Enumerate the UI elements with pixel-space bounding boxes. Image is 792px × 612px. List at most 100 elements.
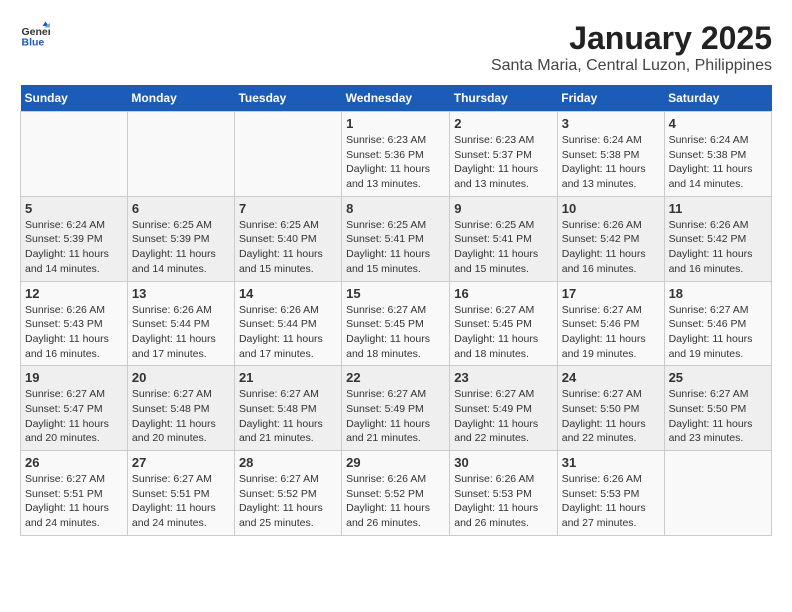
day-info: Sunrise: 6:24 AMSunset: 5:39 PMDaylight:… [25,218,123,277]
day-info: Sunrise: 6:25 AMSunset: 5:41 PMDaylight:… [346,218,445,277]
weekday-header: Monday [127,85,234,112]
calendar-cell [127,112,234,197]
calendar-cell: 25 Sunrise: 6:27 AMSunset: 5:50 PMDayligh… [664,366,771,451]
day-number: 6 [132,201,230,216]
calendar-cell: 31 Sunrise: 6:26 AMSunset: 5:53 PMDayligh… [557,451,664,536]
calendar-cell: 27Sunrise: 6:27 AMSunset: 5:51 PMDayligh… [127,451,234,536]
day-number: 22 [346,370,445,385]
day-number: 2 [454,116,552,131]
day-info: Sunrise: 6:27 AMSunset: 5:47 PMDaylight:… [25,387,123,446]
calendar-cell: 22Sunrise: 6:27 AMSunset: 5:49 PMDayligh… [342,366,450,451]
day-number: 5 [25,201,123,216]
day-info: Sunrise: 6:26 AMSunset: 5:42 PMDaylight:… [562,218,660,277]
day-number: 8 [346,201,445,216]
calendar-row: 12 Sunrise: 6:26 AMSunset: 5:43 PMDayligh… [21,281,772,366]
calendar-row: 1 Sunrise: 6:23 AMSunset: 5:36 PMDaylight… [21,112,772,197]
day-number: 14 [239,286,337,301]
day-info: Sunrise: 6:27 AMSunset: 5:48 PMDaylight:… [239,387,337,446]
day-info: Sunrise: 6:26 AMSunset: 5:44 PMDaylight:… [239,303,337,362]
calendar-cell: 24Sunrise: 6:27 AMSunset: 5:50 PMDayligh… [557,366,664,451]
day-info: Sunrise: 6:27 AMSunset: 5:52 PMDaylight:… [239,472,337,531]
day-number: 1 [346,116,445,131]
day-info: Sunrise: 6:26 AMSunset: 5:53 PMDaylight:… [562,472,660,531]
calendar-cell: 7Sunrise: 6:25 AMSunset: 5:40 PMDaylight… [234,196,341,281]
calendar-cell: 1 Sunrise: 6:23 AMSunset: 5:36 PMDaylight… [342,112,450,197]
calendar-cell: 5 Sunrise: 6:24 AMSunset: 5:39 PMDaylight… [21,196,128,281]
day-info: Sunrise: 6:27 AMSunset: 5:49 PMDaylight:… [454,387,552,446]
day-number: 18 [669,286,767,301]
day-info: Sunrise: 6:26 AMSunset: 5:42 PMDaylight:… [669,218,767,277]
title-block: January 2025 Santa Maria, Central Luzon,… [491,20,772,75]
day-number: 31 [562,455,660,470]
day-info: Sunrise: 6:23 AMSunset: 5:36 PMDaylight:… [346,133,445,192]
calendar-cell: 2 Sunrise: 6:23 AMSunset: 5:37 PMDaylight… [450,112,557,197]
calendar-cell: 8 Sunrise: 6:25 AMSunset: 5:41 PMDaylight… [342,196,450,281]
calendar-cell: 9 Sunrise: 6:25 AMSunset: 5:41 PMDaylight… [450,196,557,281]
weekday-row: SundayMondayTuesdayWednesdayThursdayFrid… [21,85,772,112]
calendar-cell: 30Sunrise: 6:26 AMSunset: 5:53 PMDayligh… [450,451,557,536]
day-number: 23 [454,370,552,385]
weekday-header: Friday [557,85,664,112]
day-info: Sunrise: 6:24 AMSunset: 5:38 PMDaylight:… [562,133,660,192]
day-info: Sunrise: 6:27 AMSunset: 5:48 PMDaylight:… [132,387,230,446]
day-info: Sunrise: 6:25 AMSunset: 5:39 PMDaylight:… [132,218,230,277]
day-number: 3 [562,116,660,131]
day-number: 21 [239,370,337,385]
day-info: Sunrise: 6:27 AMSunset: 5:50 PMDaylight:… [669,387,767,446]
logo-icon: General Blue [20,20,50,50]
day-number: 10 [562,201,660,216]
day-number: 15 [346,286,445,301]
day-number: 9 [454,201,552,216]
calendar-cell: 16Sunrise: 6:27 AMSunset: 5:45 PMDayligh… [450,281,557,366]
calendar-cell: 11Sunrise: 6:26 AMSunset: 5:42 PMDayligh… [664,196,771,281]
day-number: 12 [25,286,123,301]
day-info: Sunrise: 6:27 AMSunset: 5:46 PMDaylight:… [562,303,660,362]
weekday-header: Tuesday [234,85,341,112]
calendar-cell [664,451,771,536]
calendar-cell: 6 Sunrise: 6:25 AMSunset: 5:39 PMDaylight… [127,196,234,281]
day-info: Sunrise: 6:27 AMSunset: 5:51 PMDaylight:… [25,472,123,531]
day-info: Sunrise: 6:25 AMSunset: 5:40 PMDaylight:… [239,218,337,277]
page-header: General Blue January 2025 Santa Maria, C… [20,20,772,75]
calendar-header: SundayMondayTuesdayWednesdayThursdayFrid… [21,85,772,112]
calendar-cell: 4Sunrise: 6:24 AMSunset: 5:38 PMDaylight… [664,112,771,197]
calendar-row: 5 Sunrise: 6:24 AMSunset: 5:39 PMDaylight… [21,196,772,281]
day-number: 26 [25,455,123,470]
day-info: Sunrise: 6:27 AMSunset: 5:50 PMDaylight:… [562,387,660,446]
calendar-cell: 26 Sunrise: 6:27 AMSunset: 5:51 PMDayligh… [21,451,128,536]
weekday-header: Saturday [664,85,771,112]
day-info: Sunrise: 6:27 AMSunset: 5:45 PMDaylight:… [346,303,445,362]
calendar-cell: 17 Sunrise: 6:27 AMSunset: 5:46 PMDayligh… [557,281,664,366]
day-number: 29 [346,455,445,470]
day-number: 17 [562,286,660,301]
calendar-cell: 10 Sunrise: 6:26 AMSunset: 5:42 PMDayligh… [557,196,664,281]
page-title: January 2025 [491,20,772,57]
svg-text:Blue: Blue [22,37,45,49]
calendar-cell [234,112,341,197]
calendar-cell: 15 Sunrise: 6:27 AMSunset: 5:45 PMDayligh… [342,281,450,366]
day-info: Sunrise: 6:25 AMSunset: 5:41 PMDaylight:… [454,218,552,277]
calendar-cell: 29 Sunrise: 6:26 AMSunset: 5:52 PMDayligh… [342,451,450,536]
day-info: Sunrise: 6:26 AMSunset: 5:53 PMDaylight:… [454,472,552,531]
calendar-cell [21,112,128,197]
calendar-cell: 18Sunrise: 6:27 AMSunset: 5:46 PMDayligh… [664,281,771,366]
calendar-body: 1 Sunrise: 6:23 AMSunset: 5:36 PMDaylight… [21,112,772,536]
weekday-header: Thursday [450,85,557,112]
calendar-table: SundayMondayTuesdayWednesdayThursdayFrid… [20,85,772,536]
day-info: Sunrise: 6:23 AMSunset: 5:37 PMDaylight:… [454,133,552,192]
calendar-cell: 19 Sunrise: 6:27 AMSunset: 5:47 PMDayligh… [21,366,128,451]
day-number: 28 [239,455,337,470]
logo: General Blue [20,20,50,50]
day-number: 4 [669,116,767,131]
calendar-row: 26 Sunrise: 6:27 AMSunset: 5:51 PMDayligh… [21,451,772,536]
calendar-cell: 20Sunrise: 6:27 AMSunset: 5:48 PMDayligh… [127,366,234,451]
day-info: Sunrise: 6:26 AMSunset: 5:43 PMDaylight:… [25,303,123,362]
day-number: 19 [25,370,123,385]
day-number: 13 [132,286,230,301]
day-info: Sunrise: 6:27 AMSunset: 5:51 PMDaylight:… [132,472,230,531]
day-number: 25 [669,370,767,385]
day-info: Sunrise: 6:26 AMSunset: 5:52 PMDaylight:… [346,472,445,531]
weekday-header: Sunday [21,85,128,112]
day-info: Sunrise: 6:27 AMSunset: 5:45 PMDaylight:… [454,303,552,362]
calendar-cell: 21 Sunrise: 6:27 AMSunset: 5:48 PMDayligh… [234,366,341,451]
